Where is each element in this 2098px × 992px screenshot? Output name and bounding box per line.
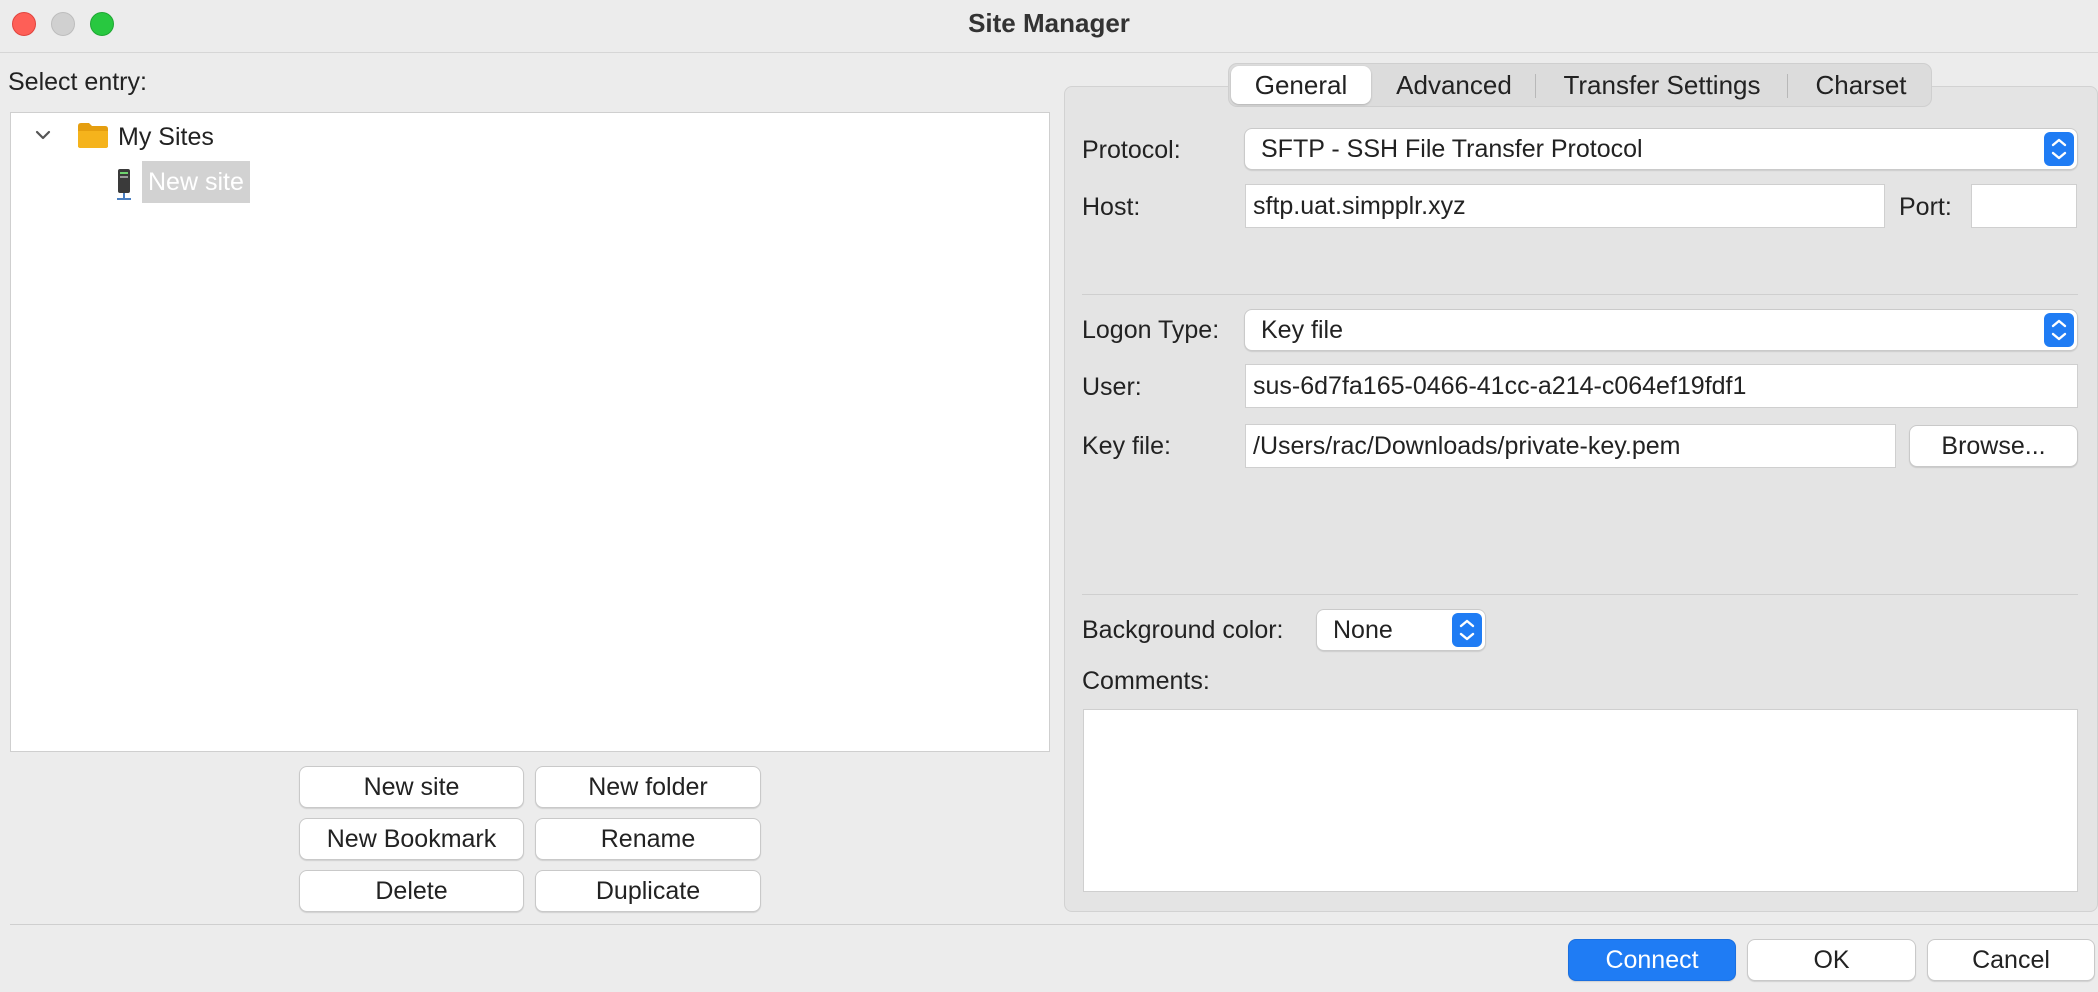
title-bar: Site Manager	[0, 0, 2098, 53]
comments-label: Comments:	[1082, 667, 1210, 695]
background-color-select[interactable]: None	[1316, 609, 1486, 651]
port-label: Port:	[1899, 193, 1952, 221]
connect-button[interactable]: Connect	[1568, 939, 1736, 981]
tree-item-new-site[interactable]: New site	[142, 161, 250, 203]
delete-button[interactable]: Delete	[299, 870, 524, 912]
tab-advanced[interactable]: Advanced	[1379, 64, 1529, 106]
new-site-button[interactable]: New site	[299, 766, 524, 808]
tab-general[interactable]: General	[1231, 66, 1371, 104]
browse-button[interactable]: Browse...	[1909, 425, 2078, 467]
user-label: User:	[1082, 373, 1142, 401]
host-input[interactable]: sftp.uat.simpplr.xyz	[1245, 184, 1885, 228]
tree-item-my-sites[interactable]: My Sites	[118, 123, 214, 152]
select-stepper-icon	[1452, 613, 1482, 647]
host-label: Host:	[1082, 193, 1141, 221]
logon-type-select[interactable]: Key file	[1244, 309, 2078, 351]
divider	[1082, 294, 2078, 295]
divider	[1082, 594, 2078, 595]
new-bookmark-button[interactable]: New Bookmark	[299, 818, 524, 860]
select-stepper-icon	[2044, 132, 2074, 166]
site-tree[interactable]: My Sites New site	[10, 112, 1050, 752]
user-input[interactable]: sus-6d7fa165-0466-41cc-a214-c064ef19fdf1	[1245, 364, 2078, 408]
rename-button[interactable]: Rename	[535, 818, 761, 860]
logon-type-label: Logon Type:	[1082, 316, 1220, 344]
protocol-label: Protocol:	[1082, 136, 1181, 164]
select-stepper-icon	[2044, 313, 2074, 347]
tab-transfer-settings[interactable]: Transfer Settings	[1541, 64, 1783, 106]
tab-bar: General Advanced Transfer Settings Chars…	[1228, 63, 1932, 107]
new-folder-button[interactable]: New folder	[535, 766, 761, 808]
port-input[interactable]	[1971, 184, 2077, 228]
select-entry-label: Select entry:	[8, 68, 147, 96]
window-title: Site Manager	[968, 8, 1130, 38]
background-color-value: None	[1333, 616, 1393, 644]
cancel-button[interactable]: Cancel	[1927, 939, 2095, 981]
key-file-input[interactable]: /Users/rac/Downloads/private-key.pem	[1245, 424, 1896, 468]
duplicate-button[interactable]: Duplicate	[535, 870, 761, 912]
tab-charset[interactable]: Charset	[1791, 64, 1931, 106]
key-file-label: Key file:	[1082, 432, 1171, 460]
server-icon	[113, 167, 135, 201]
ok-button[interactable]: OK	[1747, 939, 1916, 981]
footer-divider	[10, 924, 2098, 925]
chevron-down-icon[interactable]	[33, 125, 53, 145]
protocol-value: SFTP - SSH File Transfer Protocol	[1261, 135, 1643, 163]
logon-type-value: Key file	[1261, 316, 1343, 344]
folder-icon	[77, 121, 109, 149]
comments-textarea[interactable]	[1083, 709, 2078, 892]
protocol-select[interactable]: SFTP - SSH File Transfer Protocol	[1244, 128, 2078, 170]
background-color-label: Background color:	[1082, 616, 1284, 644]
